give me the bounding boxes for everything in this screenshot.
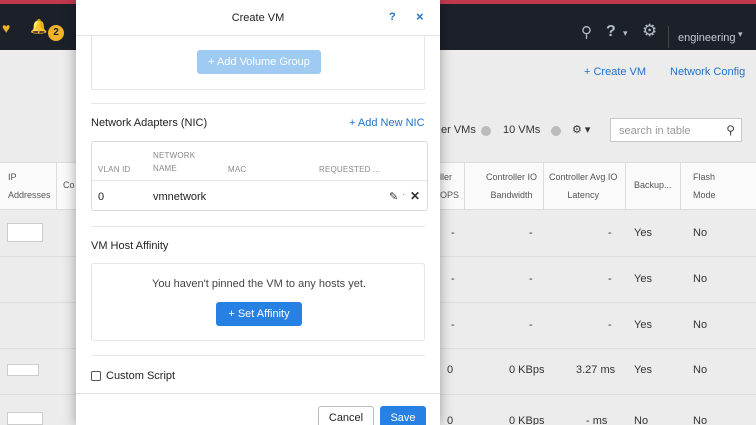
- add-volume-group-button[interactable]: + Add Volume Group: [197, 50, 321, 74]
- search-icon[interactable]: ⚲: [581, 23, 592, 41]
- gear-icon[interactable]: ⚙: [642, 21, 657, 41]
- vm-count-text: 10 VMs: [503, 124, 541, 136]
- table-cell: 0 KBps: [509, 415, 545, 425]
- table-cell: Yes: [634, 273, 652, 285]
- nic-col-mac: MAC: [228, 165, 247, 174]
- health-icon[interactable]: ♥: [2, 20, 10, 36]
- count-icon: [481, 126, 491, 136]
- modal-help-icon[interactable]: ?: [389, 11, 396, 23]
- separator-dot-icon: ·: [402, 189, 406, 200]
- table-cell: Yes: [634, 319, 652, 331]
- help-icon[interactable]: ?: [606, 23, 616, 41]
- bell-icon[interactable]: 🔔: [30, 18, 47, 35]
- delete-icon[interactable]: ✕: [410, 189, 420, 203]
- modal-title: Create VM: [231, 12, 285, 24]
- section-divider: [91, 103, 425, 104]
- vm-host-affinity-title: VM Host Affinity: [91, 240, 169, 252]
- table-search-input[interactable]: search in table ⚲: [610, 118, 742, 142]
- table-cell: -: [529, 227, 533, 239]
- modal-header: Create VM ? ×: [76, 0, 440, 36]
- alert-count-badge[interactable]: 2: [48, 25, 64, 41]
- table-cell: -: [608, 319, 612, 331]
- column-divider: [543, 162, 544, 210]
- table-cell: -: [529, 319, 533, 331]
- cancel-button[interactable]: Cancel: [318, 406, 374, 425]
- column-divider: [464, 162, 465, 210]
- col-header-ip[interactable]: IP Addresses: [8, 168, 51, 204]
- table-cell: -: [608, 227, 612, 239]
- table-cell: 3.27 ms: [576, 364, 616, 376]
- nic-col-requested: REQUESTED ...: [319, 165, 381, 174]
- table-cell: No: [693, 415, 708, 425]
- table-cell: Yes: [634, 364, 652, 376]
- ip-address-placeholder: [7, 223, 43, 242]
- nic-network-name-value: vmnetwork: [153, 191, 207, 203]
- nic-row-divider: [92, 180, 427, 181]
- edit-icon[interactable]: ✎: [389, 190, 398, 203]
- table-cell: No: [693, 364, 708, 376]
- col-header-co[interactable]: Co: [63, 176, 75, 194]
- create-vm-link[interactable]: + Create VM: [584, 66, 646, 78]
- chevron-down-icon[interactable]: ▾: [738, 29, 743, 40]
- table-cell: - ms: [586, 415, 608, 425]
- table-cell: -: [608, 273, 612, 285]
- ip-address-placeholder: [7, 412, 43, 425]
- close-icon[interactable]: ×: [416, 9, 424, 24]
- network-config-link[interactable]: Network Config: [670, 66, 745, 78]
- affinity-panel: You haven't pinned the VM to any hosts y…: [91, 263, 425, 341]
- column-divider: [680, 162, 681, 210]
- table-row: -: [451, 273, 455, 285]
- custom-script-checkbox[interactable]: [91, 371, 101, 381]
- table-settings-icon[interactable]: ⚙ ▾: [572, 123, 590, 136]
- topbar-divider: [668, 26, 669, 48]
- separator-dot-icon: [551, 126, 561, 136]
- table-row: -: [451, 227, 455, 239]
- table-cell: 0 KBps: [509, 364, 545, 376]
- col-header-flash-mode[interactable]: Flash Mode: [693, 168, 716, 204]
- section-divider: [91, 226, 425, 227]
- table-cell: -: [529, 273, 533, 285]
- section-divider: [91, 355, 425, 356]
- network-adapters-title: Network Adapters (NIC): [91, 117, 208, 129]
- volume-group-panel: + Add Volume Group: [91, 36, 425, 90]
- col-header-io-bandwidth[interactable]: Controller IO Bandwidth: [486, 168, 537, 204]
- table-search-placeholder: search in table: [619, 125, 691, 137]
- col-header-io-latency[interactable]: Controller Avg IO Latency: [549, 168, 617, 204]
- nic-col-vlan-id: VLAN ID: [98, 165, 131, 174]
- affinity-empty-message: You haven't pinned the VM to any hosts y…: [152, 278, 366, 290]
- nic-table: VLAN ID NETWORK NAME MAC REQUESTED ... 0…: [91, 141, 428, 211]
- save-button[interactable]: Save: [380, 406, 426, 425]
- chevron-down-icon[interactable]: ▾: [623, 28, 628, 39]
- table-row: 0: [447, 364, 454, 376]
- nic-vlan-value: 0: [98, 191, 105, 203]
- table-cell: Yes: [634, 227, 652, 239]
- filter-vms-text: er VMs: [441, 124, 476, 136]
- modal-footer: Cancel Save: [76, 393, 440, 425]
- table-row: 0: [447, 415, 454, 425]
- user-menu[interactable]: engineering: [678, 32, 736, 44]
- nic-col-network-name: NETWORK NAME: [153, 151, 196, 173]
- col-header-backup[interactable]: Backup...: [634, 176, 672, 194]
- table-cell: No: [634, 415, 649, 425]
- column-divider: [625, 162, 626, 210]
- table-cell: No: [693, 319, 708, 331]
- custom-script-label[interactable]: Custom Script: [106, 370, 175, 382]
- column-divider: [56, 162, 57, 210]
- ip-address-placeholder: [7, 364, 39, 376]
- table-cell: No: [693, 273, 708, 285]
- create-vm-modal: Create VM ? × + Add Volume Group Network…: [76, 0, 440, 425]
- add-new-nic-button[interactable]: + Add New NIC: [349, 117, 425, 129]
- set-affinity-button[interactable]: + Set Affinity: [216, 302, 302, 326]
- table-cell: No: [693, 227, 708, 239]
- table-row: -: [451, 319, 455, 331]
- col-header-ops[interactable]: ller OPS: [440, 168, 459, 204]
- search-icon: ⚲: [726, 123, 735, 137]
